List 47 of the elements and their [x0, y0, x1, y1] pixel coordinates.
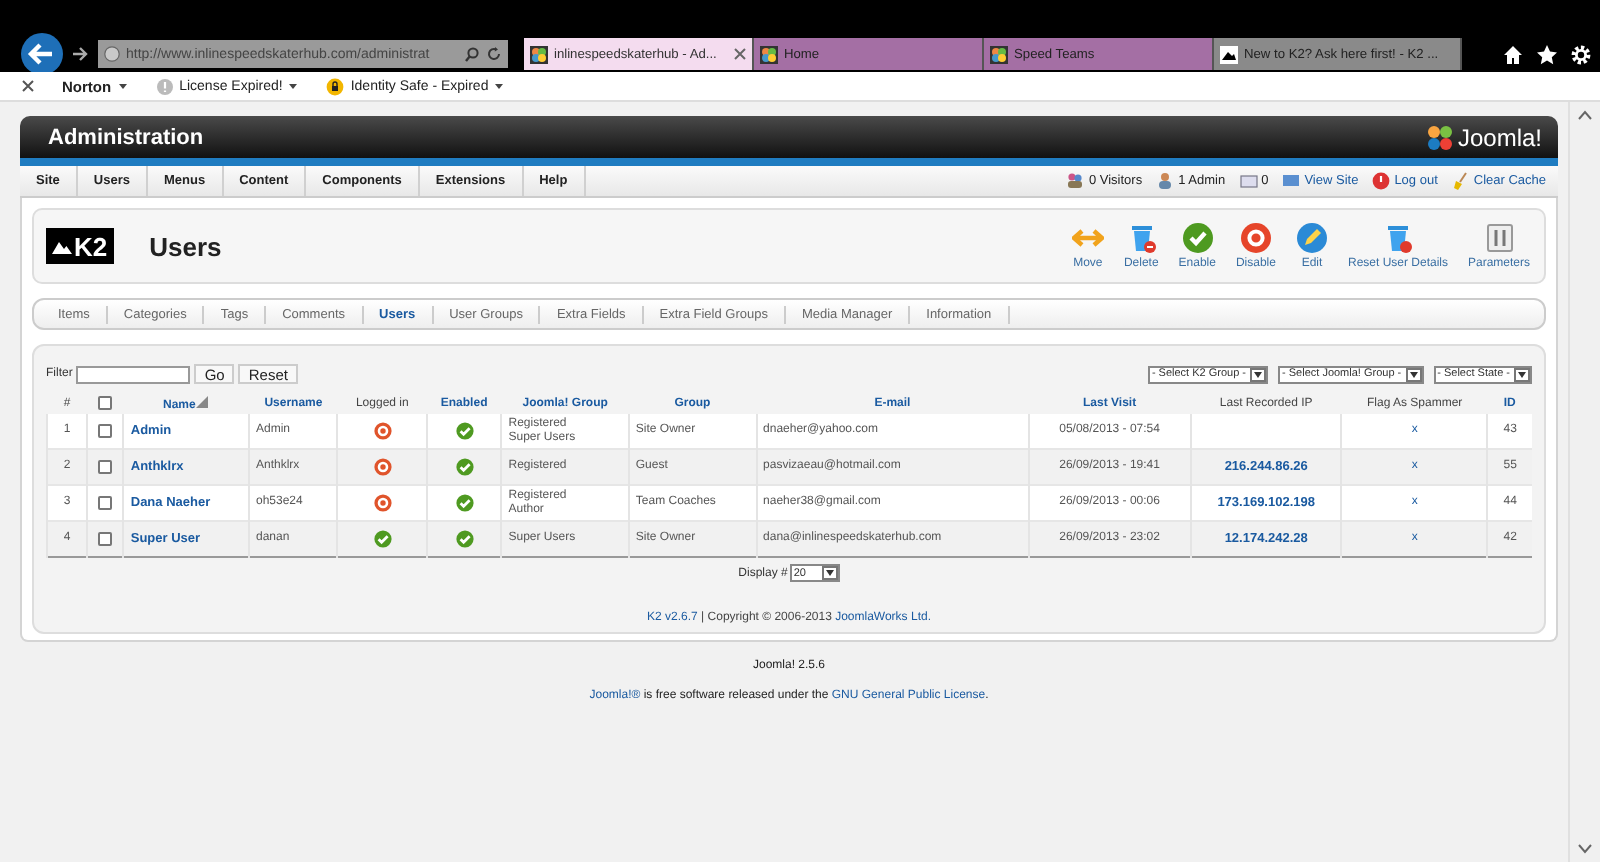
settings-icon[interactable] [1570, 44, 1592, 66]
page-title: Administration [48, 125, 204, 149]
padlock-icon [326, 77, 345, 95]
monitor-icon [1282, 172, 1301, 190]
caret-icon [117, 82, 128, 90]
caret-icon [825, 570, 834, 576]
broom-icon [1451, 172, 1470, 190]
joomla-logo-text: Joomla! [1457, 123, 1543, 151]
close-icon[interactable] [734, 48, 746, 60]
scroll-up-icon[interactable] [1578, 110, 1592, 120]
page-heading: Users [149, 231, 222, 261]
search-icon[interactable] [464, 46, 480, 62]
mountain-icon [52, 238, 72, 254]
envelope-icon [1239, 172, 1258, 190]
caret-icon [288, 82, 299, 90]
k2-logo: K2 [46, 228, 114, 264]
star-icon[interactable] [1536, 44, 1558, 66]
caret-icon [494, 82, 505, 90]
flower-icon [1425, 123, 1454, 151]
person-icon [1156, 172, 1175, 190]
people-icon [1066, 172, 1085, 190]
check-icon [1181, 222, 1214, 254]
home-icon[interactable] [1502, 44, 1524, 66]
flower-icon [990, 45, 1008, 63]
checkbox[interactable] [98, 496, 113, 510]
caret-icon [1254, 371, 1263, 377]
caret-icon [1518, 371, 1527, 377]
refresh-icon[interactable] [486, 46, 502, 62]
caret-icon [1409, 371, 1418, 377]
warning-icon [155, 77, 174, 95]
close-icon[interactable] [22, 80, 34, 92]
scroll-down-icon[interactable] [1578, 844, 1592, 854]
flower-icon [530, 45, 548, 63]
checkbox[interactable] [98, 396, 113, 410]
checkbox[interactable] [98, 460, 113, 474]
ring-icon [1239, 222, 1272, 254]
mountain-icon [1220, 45, 1238, 63]
flower-icon [760, 45, 778, 63]
checkbox[interactable] [98, 424, 113, 438]
checkbox[interactable] [98, 532, 113, 546]
sliders-icon [1483, 222, 1515, 254]
back-icon[interactable] [20, 32, 64, 76]
power-icon [1372, 172, 1391, 190]
sort-icon [195, 395, 210, 407]
filter-field[interactable] [76, 365, 191, 383]
pencil-icon [1295, 222, 1328, 254]
forward-icon[interactable] [72, 46, 88, 62]
